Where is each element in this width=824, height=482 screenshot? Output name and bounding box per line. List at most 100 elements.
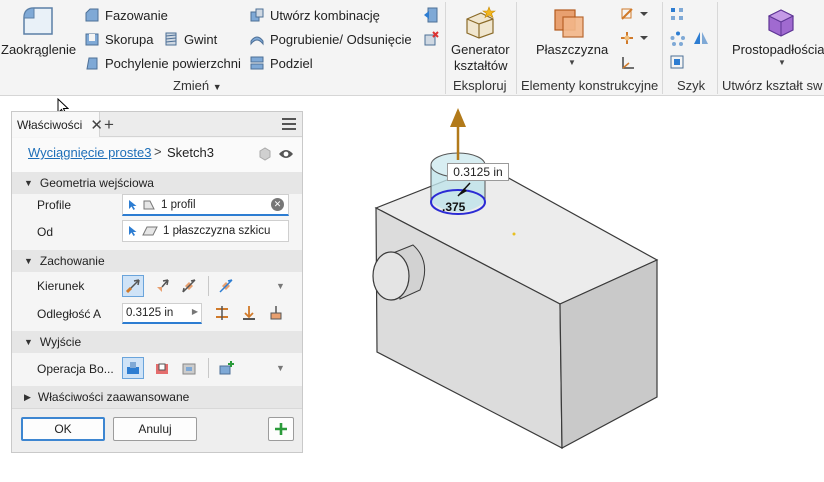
expand-triangle-icon: ▶: [24, 391, 31, 402]
mirror-icon[interactable]: [693, 31, 709, 45]
section-advanced[interactable]: ▶ Właściwości zaawansowane: [12, 386, 302, 408]
eye-icon[interactable]: [278, 148, 294, 160]
fillet-button[interactable]: Zaokrąglenie: [0, 0, 78, 75]
cylinder-boss-face[interactable]: [372, 251, 410, 301]
breadcrumb-current: Sketch3: [167, 145, 214, 160]
sketch-pattern-icon[interactable]: [670, 55, 684, 69]
sketch-plane-icon: [142, 226, 158, 236]
direction-flipped-icon: [157, 279, 169, 292]
profiles-field[interactable]: 1 profil ✕: [122, 194, 289, 216]
combine-button[interactable]: Utwórz kombinację: [249, 7, 380, 23]
direction-symmetric-button[interactable]: [178, 275, 200, 297]
thicken-icon: [250, 36, 264, 46]
chamfer-icon: [85, 8, 99, 22]
boolean-cut-button[interactable]: [151, 357, 173, 379]
thicken-button[interactable]: Pogrubienie/ Odsunięcie: [249, 31, 412, 47]
draft-button[interactable]: Pochylenie powierzchni: [84, 55, 241, 71]
split-icon: [250, 56, 264, 70]
divider: [208, 276, 209, 296]
apply-add-button[interactable]: [268, 417, 294, 441]
collapse-triangle-icon: ▼: [24, 178, 33, 188]
distance-label: Odległość A: [37, 307, 102, 321]
cube-icon[interactable]: [258, 147, 272, 161]
plus-icon: [275, 423, 287, 435]
breadcrumb-link-extrusion[interactable]: Wyciągnięcie proste3: [28, 145, 151, 160]
rectangular-pattern-icon[interactable]: [670, 7, 684, 21]
point-icon[interactable]: [620, 31, 648, 45]
boolean-join-button[interactable]: [122, 357, 144, 379]
profiles-label: Profile: [37, 198, 72, 212]
boolean-label: Operacja Bo...: [37, 362, 114, 376]
plane-button[interactable]: Płaszczyzna ▼: [528, 0, 612, 75]
boolean-intersect-button[interactable]: [178, 357, 200, 379]
cut-icon: [156, 363, 168, 374]
thread-button[interactable]: Gwint: [163, 31, 217, 47]
direction-flipped-button[interactable]: [151, 275, 173, 297]
distance-through-all-button[interactable]: [265, 302, 287, 324]
menu-icon[interactable]: [282, 118, 296, 130]
panel-tab-bar: Właściwości ✕ +: [12, 112, 302, 137]
extrude-direction-arrow-icon[interactable]: [450, 108, 466, 127]
shape-generator-label-2: kształtów: [454, 58, 508, 73]
freeform-box-label: Prostopadłościan: [732, 42, 824, 57]
section-behavior[interactable]: ▼ Zachowanie: [12, 250, 302, 272]
direction-symmetric-icon: [182, 279, 196, 293]
chamfer-button[interactable]: Fazowanie: [84, 7, 168, 23]
fillet-icon: [23, 7, 53, 35]
freeform-box-button[interactable]: Prostopadłościan ▼: [727, 0, 824, 75]
direction-asymmetric-button[interactable]: [215, 275, 237, 297]
direction-label: Kierunek: [37, 279, 85, 293]
fillet-label: Zaokrąglenie: [1, 42, 77, 57]
direct-edit-icon[interactable]: [423, 6, 439, 24]
divider: [717, 2, 718, 94]
chevron-down-icon[interactable]: ▼: [276, 363, 285, 373]
section-output[interactable]: ▼ Wyjście: [12, 331, 302, 353]
from-field[interactable]: 1 płaszczyzna szkicu: [122, 220, 289, 242]
modify-group-label[interactable]: Zmień ▼: [173, 78, 222, 93]
distance-to-face-button[interactable]: [238, 302, 260, 324]
axis-icon[interactable]: [620, 7, 648, 21]
chevron-down-icon[interactable]: ▼: [276, 281, 285, 291]
new-solid-button[interactable]: [215, 357, 237, 379]
app-window: Zaokrąglenie Fazowanie Skorupa Gwint Poc…: [0, 0, 824, 482]
divider: [208, 358, 209, 378]
distance-dimension-input[interactable]: 0.3125 in: [447, 163, 509, 181]
freeform-box-icon: [767, 9, 795, 37]
collapse-triangle-icon: ▼: [24, 256, 33, 266]
plane-icon: [554, 9, 584, 38]
chevron-down-icon: ▼: [778, 58, 786, 67]
shape-generator-icon: [466, 6, 496, 39]
properties-panel: Właściwości ✕ + Wyciągnięcie proste3 > S…: [11, 111, 303, 453]
distance-input[interactable]: 0.3125 in ▶: [122, 303, 202, 324]
chevron-down-icon: ▼: [568, 58, 576, 67]
shell-icon: [85, 33, 99, 46]
clear-icon[interactable]: ✕: [271, 198, 284, 211]
direction-asymmetric-icon: [219, 279, 233, 293]
circular-pattern-icon[interactable]: [670, 31, 686, 47]
freeform-group-label: Utwórz kształt sw: [722, 78, 823, 93]
cancel-button[interactable]: Anuluj: [113, 417, 197, 441]
caret-right-icon[interactable]: ▶: [192, 307, 198, 316]
delete-face-icon[interactable]: [423, 31, 439, 47]
shape-generator-label-1: Generator: [451, 42, 510, 57]
close-icon[interactable]: ✕: [90, 116, 103, 134]
split-button[interactable]: Podziel: [249, 55, 313, 71]
divider: [516, 2, 517, 94]
draft-icon: [86, 57, 98, 70]
shell-button[interactable]: Skorupa: [84, 31, 153, 47]
add-tab-icon[interactable]: +: [104, 115, 114, 135]
section-input-geometry[interactable]: ▼ Geometria wejściowa: [12, 172, 302, 194]
panel-footer: OK Anuluj: [12, 408, 302, 452]
to-face-icon: [243, 306, 255, 320]
breadcrumb: Wyciągnięcie proste3 > Sketch3: [12, 138, 302, 176]
direction-default-button[interactable]: [122, 275, 144, 297]
graphics-viewport[interactable]: [304, 97, 824, 482]
tab-properties[interactable]: Właściwości ✕: [12, 112, 103, 137]
shape-generator-button[interactable]: Generator kształtów: [447, 0, 515, 75]
through-all-icon: [270, 306, 282, 320]
combine-icon: [250, 8, 264, 22]
distance-to-button[interactable]: [211, 302, 233, 324]
work-features-group-label: Elementy konstrukcyjne: [521, 78, 659, 93]
ok-button[interactable]: OK: [21, 417, 105, 441]
ucs-icon[interactable]: [620, 55, 636, 71]
